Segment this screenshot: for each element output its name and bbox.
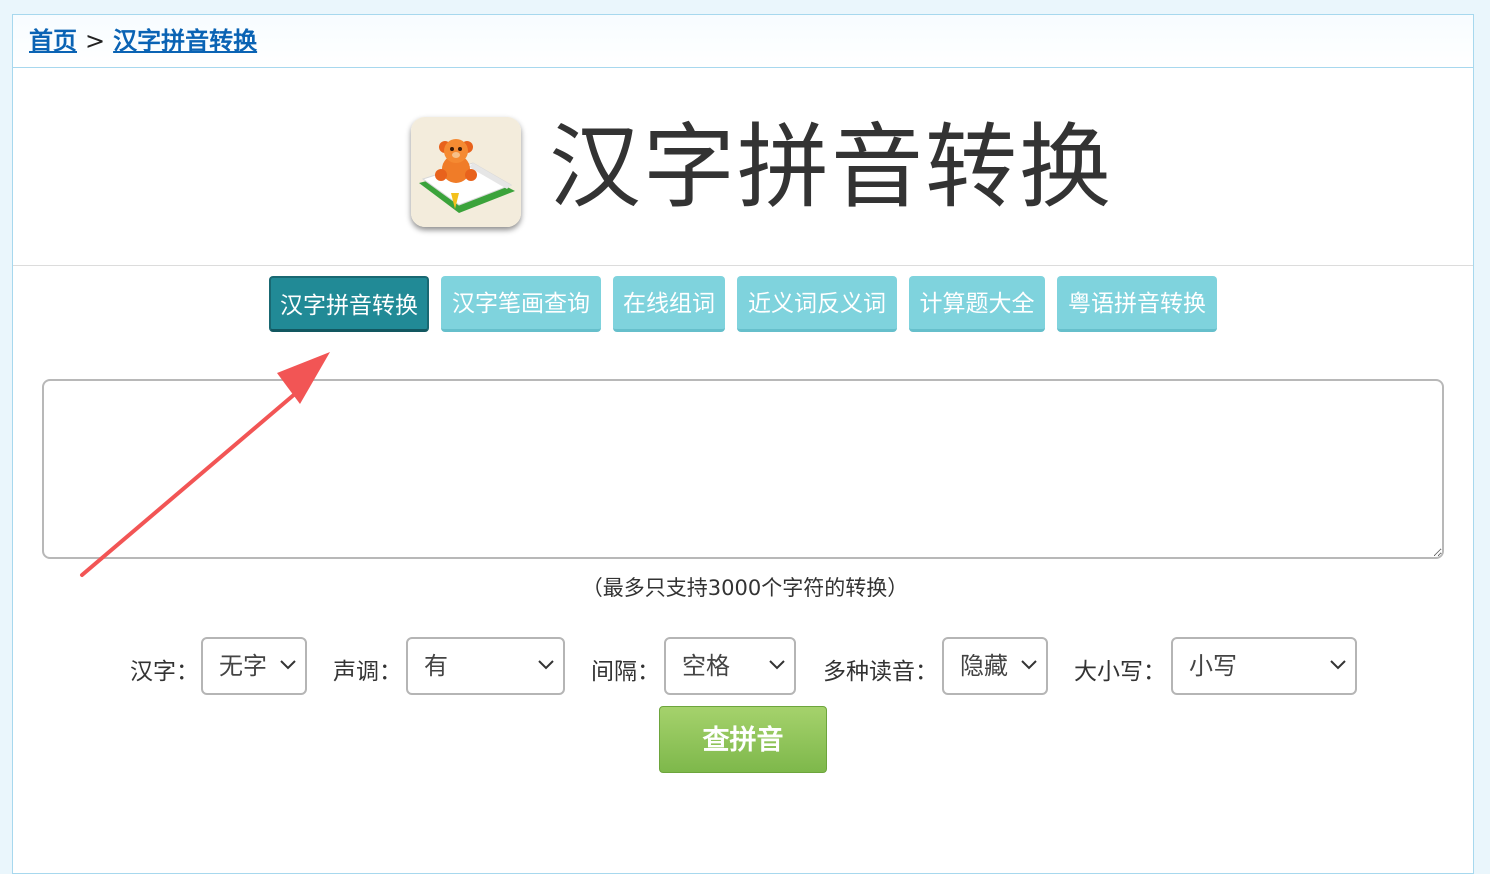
hanzi-select[interactable]: 无字	[201, 637, 307, 695]
spacing-option-label: 间隔：	[591, 659, 660, 685]
tone-select[interactable]: 有	[406, 637, 565, 695]
chevron-down-icon	[280, 660, 296, 670]
chevron-down-icon	[1021, 660, 1037, 670]
case-option-label: 大小写：	[1074, 659, 1166, 685]
tab-cantonese-pinyin[interactable]: 粤语拼音转换	[1057, 276, 1217, 332]
hanzi-select-value: 无字	[219, 652, 267, 680]
breadcrumb: 首页 > 汉字拼音转换	[13, 15, 1473, 68]
polyphone-select[interactable]: 隐藏	[942, 637, 1048, 695]
page-title: 汉字拼音转换	[549, 114, 1114, 221]
teddy-bear-book-icon	[411, 117, 521, 227]
char-limit-hint: （最多只支持3000个字符的转换）	[581, 576, 909, 600]
polyphone-option-label: 多种读音：	[823, 659, 938, 685]
tab-stroke-lookup[interactable]: 汉字笔画查询	[441, 276, 601, 332]
case-select-value: 小写	[1189, 652, 1237, 680]
tab-math-problems[interactable]: 计算题大全	[909, 276, 1045, 332]
case-select[interactable]: 小写	[1171, 637, 1357, 695]
tone-option-label: 声调：	[333, 659, 402, 685]
tab-word-group[interactable]: 在线组词	[613, 276, 725, 332]
spacing-select[interactable]: 空格	[664, 637, 796, 695]
chevron-down-icon	[769, 660, 785, 670]
polyphone-select-value: 隐藏	[960, 652, 1008, 680]
tab-synonym-antonym[interactable]: 近义词反义词	[737, 276, 897, 332]
hero-header: 汉字拼音转换	[13, 68, 1473, 266]
breadcrumb-current-link[interactable]: 汉字拼音转换	[113, 27, 257, 55]
query-pinyin-button[interactable]: 查拼音	[659, 706, 827, 773]
breadcrumb-home-link[interactable]: 首页	[29, 27, 77, 55]
chevron-down-icon	[538, 660, 554, 670]
breadcrumb-separator: >	[85, 27, 106, 55]
tab-hanzi-pinyin[interactable]: 汉字拼音转换	[269, 276, 429, 332]
hanzi-option-label: 汉字：	[130, 659, 199, 685]
chevron-down-icon	[1330, 660, 1346, 670]
text-input[interactable]	[42, 379, 1444, 559]
tone-select-value: 有	[424, 652, 448, 680]
spacing-select-value: 空格	[682, 652, 730, 680]
